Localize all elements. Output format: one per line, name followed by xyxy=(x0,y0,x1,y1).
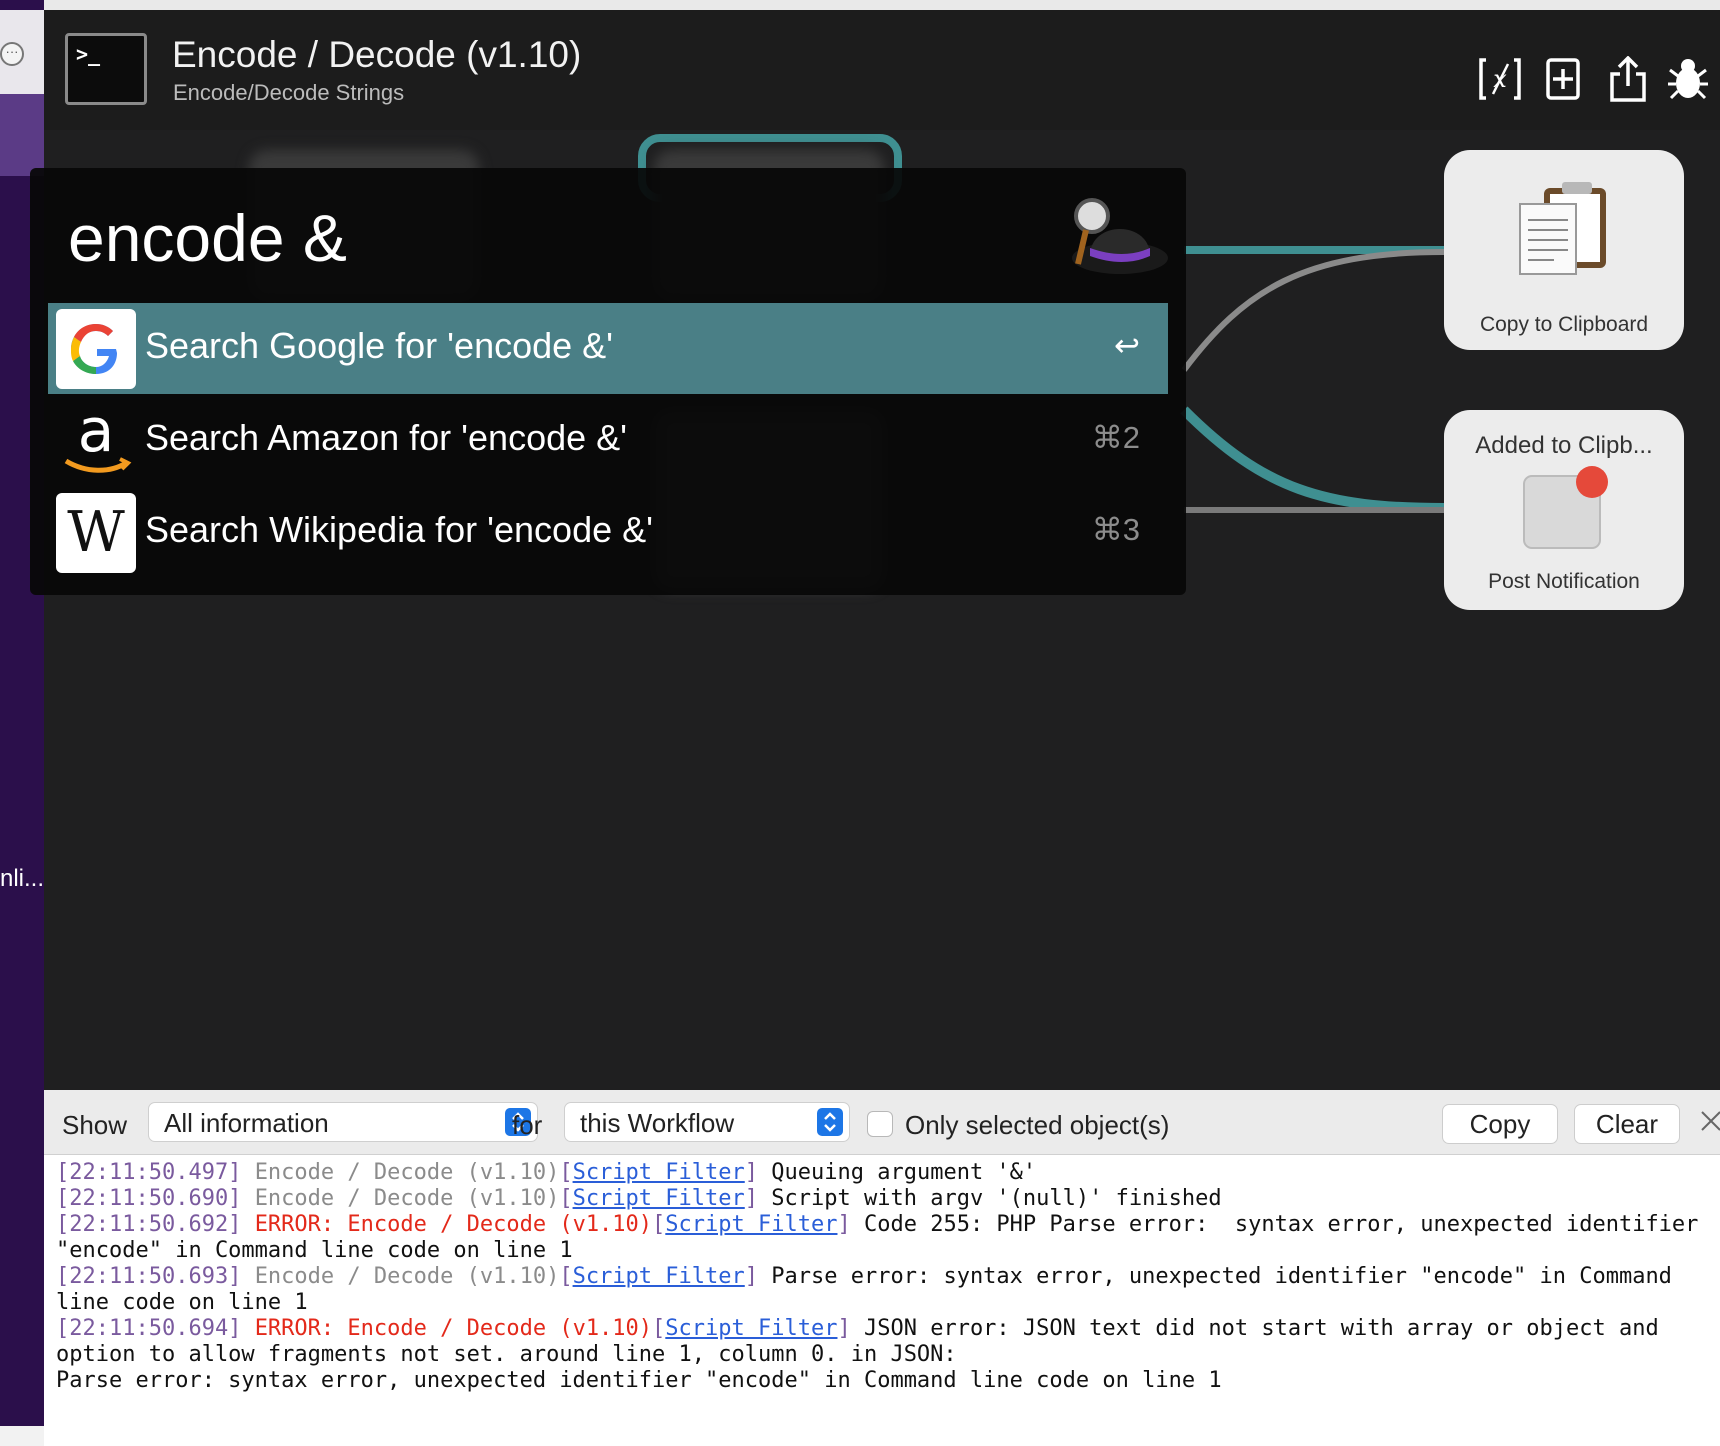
log-object-link[interactable]: Script Filter xyxy=(665,1316,837,1341)
add-object-icon[interactable] xyxy=(1542,56,1586,102)
log-source: ERROR: Encode / Decode (v1.10) xyxy=(254,1212,653,1237)
debugger-toolbar: Show All information for this Workflow O… xyxy=(44,1090,1720,1155)
show-select[interactable]: All information xyxy=(148,1102,538,1142)
debugger-panel: Show All information for this Workflow O… xyxy=(44,1090,1720,1446)
log-timestamp: [22:11:50.692] xyxy=(56,1212,255,1237)
log-source: Encode / Decode (v1.10) xyxy=(254,1186,560,1211)
alfred-search-window: encode & Search Google for 'encode &' ↩ … xyxy=(30,168,1186,595)
log-timestamp: [22:11:50.497] xyxy=(56,1160,255,1185)
for-label: for xyxy=(512,1110,543,1140)
node-label: Post Notification xyxy=(1488,570,1640,593)
debug-bug-icon[interactable] xyxy=(1666,56,1710,102)
wikipedia-icon: W xyxy=(56,493,136,573)
alfred-query-input[interactable]: encode & xyxy=(68,200,347,276)
log-source: Encode / Decode (v1.10) xyxy=(254,1264,560,1289)
show-select-value: All information xyxy=(164,1108,329,1138)
log-message: Queuing argument '&' xyxy=(758,1160,1037,1185)
log-timestamp: [22:11:50.694] xyxy=(56,1316,255,1341)
chevron-updown-icon xyxy=(817,1108,843,1136)
log-object-link[interactable]: Script Filter xyxy=(573,1264,745,1289)
share-icon[interactable] xyxy=(1606,56,1650,102)
log-message: Script with argv '(null)' finished xyxy=(758,1186,1222,1211)
workflow-title: Encode / Decode (v1.10) xyxy=(172,34,582,75)
node-title: Added to Clipb... xyxy=(1475,432,1653,459)
log-object-link[interactable]: Script Filter xyxy=(573,1160,745,1185)
alfred-result-amazon[interactable]: a Search Amazon for 'encode &' ⌘2 xyxy=(48,395,1168,486)
result-title: Search Amazon for 'encode &' xyxy=(145,417,628,458)
log-line: [22:11:50.497] Encode / Decode (v1.10)[S… xyxy=(56,1160,1037,1185)
log-line: [22:11:50.690] Encode / Decode (v1.10)[S… xyxy=(56,1186,1222,1211)
log-object-link[interactable]: Script Filter xyxy=(573,1186,745,1211)
log-line: [22:11:50.694] ERROR: Encode / Decode (v… xyxy=(56,1316,1710,1394)
log-line: [22:11:50.692] ERROR: Encode / Decode (v… xyxy=(56,1212,1712,1263)
only-selected-checkbox[interactable] xyxy=(867,1111,893,1137)
for-select-value: this Workflow xyxy=(580,1108,735,1138)
result-title: Search Wikipedia for 'encode &' xyxy=(145,509,654,550)
svg-text:a: a xyxy=(78,401,115,466)
clipboard-icon xyxy=(1519,182,1606,275)
alfred-hat-icon xyxy=(1072,198,1168,274)
amazon-icon: a xyxy=(64,401,132,473)
return-key-icon: ↩ xyxy=(1114,328,1140,363)
only-selected-label: Only selected object(s) xyxy=(905,1110,1170,1140)
debug-log: [22:11:50.497] Encode / Decode (v1.10)[S… xyxy=(56,1160,1710,1394)
result-shortcut: ⌘2 xyxy=(1091,420,1140,455)
svg-text:W: W xyxy=(67,500,125,565)
terminal-icon: >_ xyxy=(65,33,147,105)
notification-icon xyxy=(1523,466,1608,549)
show-label: Show xyxy=(62,1110,128,1140)
log-source: ERROR: Encode / Decode (v1.10) xyxy=(254,1316,653,1341)
node-label: Copy to Clipboard xyxy=(1479,313,1649,336)
workflow-header: >_ Encode / Decode (v1.10) Encode/Decode… xyxy=(44,10,1720,130)
for-select[interactable]: this Workflow xyxy=(564,1102,850,1142)
result-title: Search Google for 'encode &' xyxy=(145,325,614,366)
post-notification-node[interactable]: Added to Clipb... Post Notification xyxy=(1444,410,1684,610)
result-shortcut: ⌘3 xyxy=(1091,512,1140,547)
log-source: Encode / Decode (v1.10) xyxy=(254,1160,560,1185)
sidebar-bottom xyxy=(0,1426,44,1446)
log-timestamp: [22:11:50.690] xyxy=(56,1186,255,1211)
sidebar-truncated-label[interactable]: nli... xyxy=(0,865,44,893)
ellipsis-circle-icon[interactable]: ··· xyxy=(0,42,24,66)
log-timestamp: [22:11:50.693] xyxy=(56,1264,255,1289)
variables-icon[interactable]: x xyxy=(1478,56,1522,102)
alfred-result-google[interactable]: Search Google for 'encode &' ↩ xyxy=(48,303,1168,394)
clear-button[interactable]: Clear xyxy=(1574,1104,1680,1144)
log-line: [22:11:50.693] Encode / Decode (v1.10)[S… xyxy=(56,1264,1686,1315)
top-edge xyxy=(0,0,1720,10)
close-icon[interactable] xyxy=(1698,1108,1720,1134)
log-object-link[interactable]: Script Filter xyxy=(665,1212,837,1237)
copy-button[interactable]: Copy xyxy=(1442,1104,1558,1144)
sidebar-selected-item[interactable] xyxy=(0,94,44,176)
google-icon xyxy=(56,309,136,389)
alfred-result-wikipedia[interactable]: W Search Wikipedia for 'encode &' ⌘3 xyxy=(48,487,1168,578)
copy-to-clipboard-node[interactable]: Copy to Clipboard xyxy=(1444,150,1684,350)
workflow-subtitle: Encode/Decode Strings xyxy=(173,80,405,105)
